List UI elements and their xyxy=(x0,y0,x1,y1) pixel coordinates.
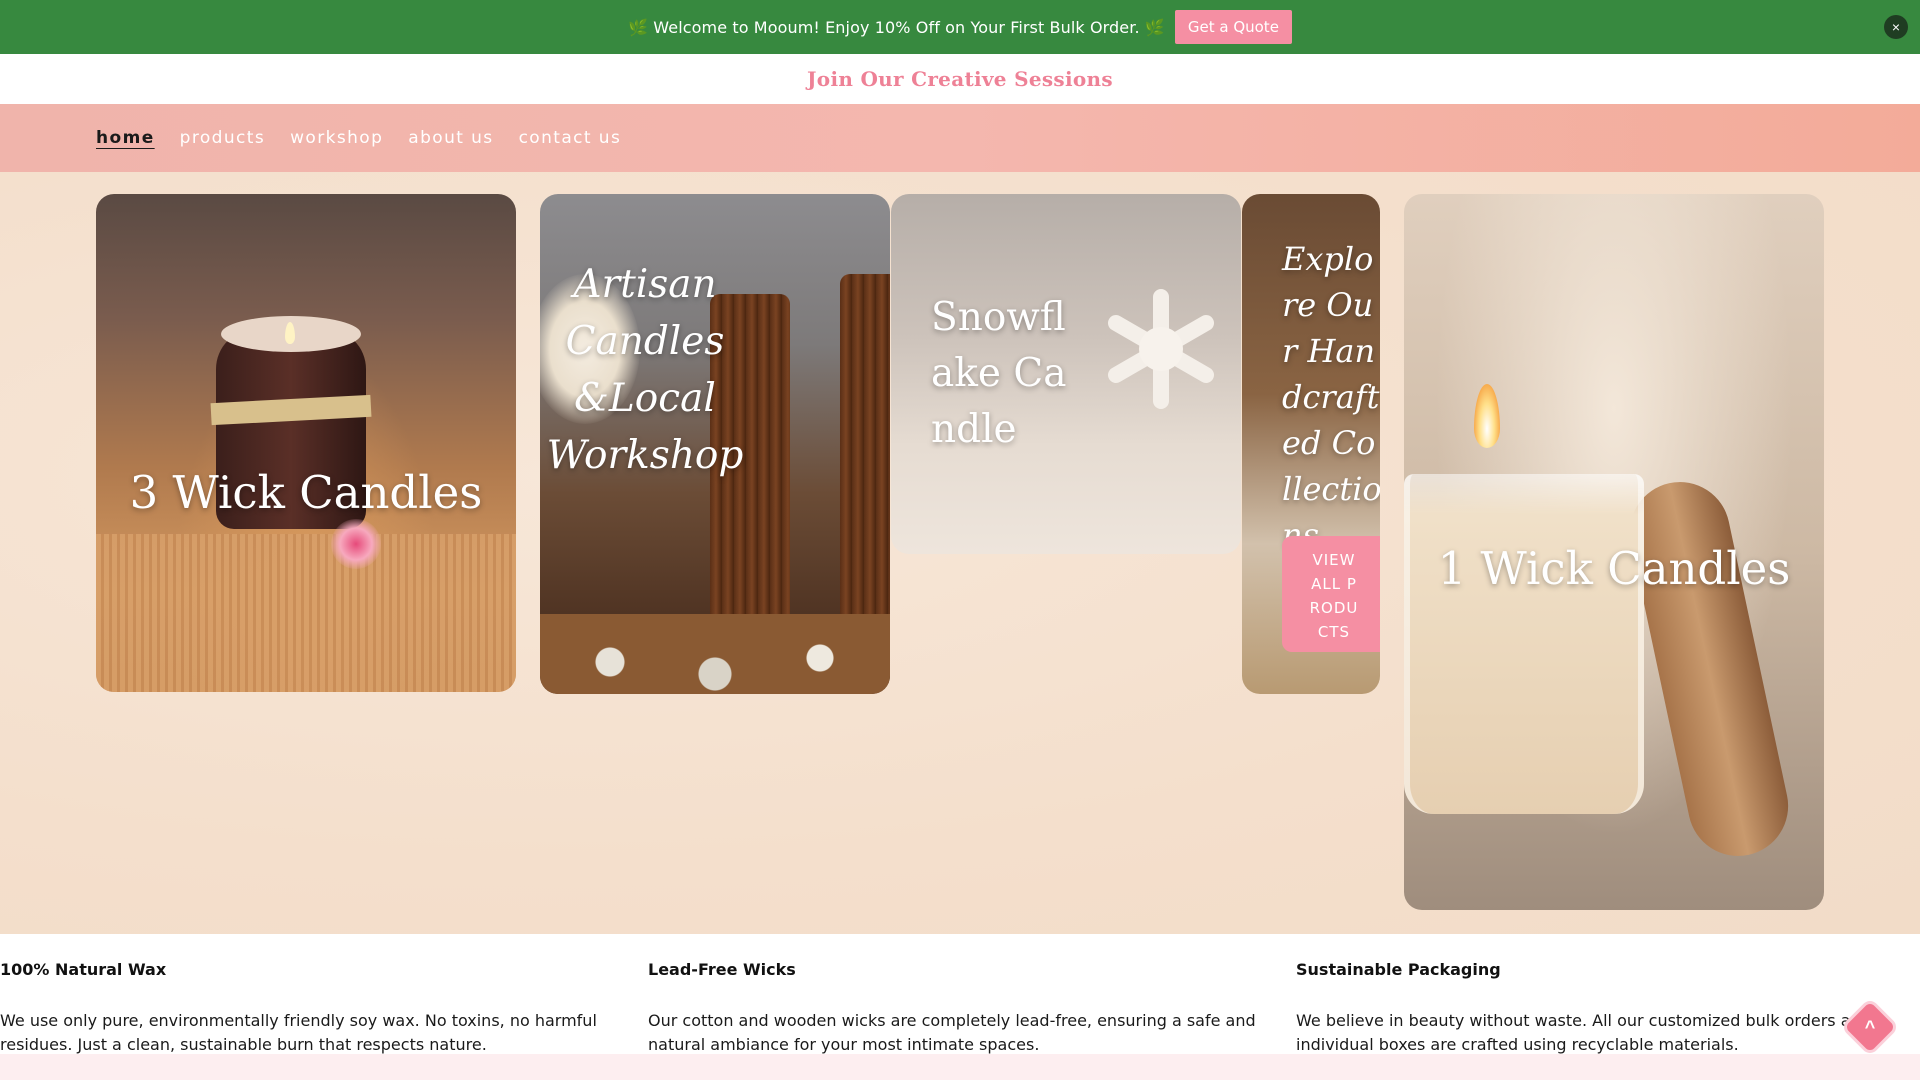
creative-sessions-banner: Join Our Creative Sessions xyxy=(0,54,1920,104)
feature-title: Lead-Free Wicks xyxy=(648,960,796,979)
card-title: 1 Wick Candles xyxy=(1437,542,1791,595)
view-all-products-button[interactable]: VIEW ALL PRODUCTS xyxy=(1282,536,1380,652)
nav-item-products[interactable]: products xyxy=(180,128,265,148)
snowflake-icon xyxy=(1108,289,1214,409)
nav-item-home[interactable]: home xyxy=(96,128,155,148)
feature-natural-wax: 100% Natural Wax We use only pure, envir… xyxy=(0,960,620,1057)
flower-image xyxy=(331,519,381,569)
scroll-to-top-button[interactable]: ^ xyxy=(1844,1001,1896,1053)
glass-jar-image xyxy=(1404,474,1644,814)
nav-item-workshop[interactable]: workshop xyxy=(290,128,383,148)
pillar-candle-image-2 xyxy=(840,274,890,634)
feature-lead-free-wicks: Lead-Free Wicks Our cotton and wooden wi… xyxy=(648,960,1268,1057)
feature-text: Our cotton and wooden wicks are complete… xyxy=(648,1011,1256,1054)
announcement-bar: 🌿 Welcome to Mooum! Enjoy 10% Off on You… xyxy=(0,0,1920,54)
creative-sessions-link[interactable]: Join Our Creative Sessions xyxy=(807,67,1113,91)
feature-text: We believe in beauty without waste. All … xyxy=(1296,1011,1871,1054)
announcement-text: 🌿 Welcome to Mooum! Enjoy 10% Off on You… xyxy=(628,17,1165,37)
get-quote-button[interactable]: Get a Quote xyxy=(1174,10,1292,44)
feature-title: Sustainable Packaging xyxy=(1296,960,1501,979)
card-title: Snowflake Candle xyxy=(931,295,1067,452)
wooden-lid-image xyxy=(1620,472,1798,866)
card-title: Artisan Candles &Local Workshop xyxy=(546,262,744,478)
stones-image xyxy=(540,614,890,694)
card-artisan-candles-workshop[interactable]: Artisan Candles &Local Workshop xyxy=(540,194,890,694)
card-explore-collections[interactable]: Explore Our Handcrafted Collections VIEW… xyxy=(1242,194,1380,694)
card-1-wick-candles[interactable]: 1 Wick Candles xyxy=(1404,194,1824,910)
nav-item-contact-us[interactable]: contact us xyxy=(519,128,622,148)
bottom-strip xyxy=(0,1054,1920,1080)
feature-sustainable-packaging: Sustainable Packaging We believe in beau… xyxy=(1296,960,1916,1057)
main-nav: home products workshop about us contact … xyxy=(0,104,1920,172)
feature-title: 100% Natural Wax xyxy=(0,960,167,979)
features-section: 100% Natural Wax We use only pure, envir… xyxy=(0,934,1920,1054)
arrow-up-icon: ^ xyxy=(1864,1017,1876,1037)
card-3-wick-candles[interactable]: 3 Wick Candles xyxy=(96,194,516,692)
card-title: Explore Our Handcrafted Collections xyxy=(1282,240,1380,554)
feature-text: We use only pure, environmentally friend… xyxy=(0,1011,597,1054)
flame-icon xyxy=(1474,384,1500,448)
card-title: 3 Wick Candles xyxy=(129,466,483,519)
card-snowflake-candle[interactable]: Snowflake Candle xyxy=(891,194,1241,554)
nav-item-about-us[interactable]: about us xyxy=(408,128,493,148)
close-icon[interactable]: × xyxy=(1884,15,1908,39)
bamboo-mat-image xyxy=(96,534,516,692)
